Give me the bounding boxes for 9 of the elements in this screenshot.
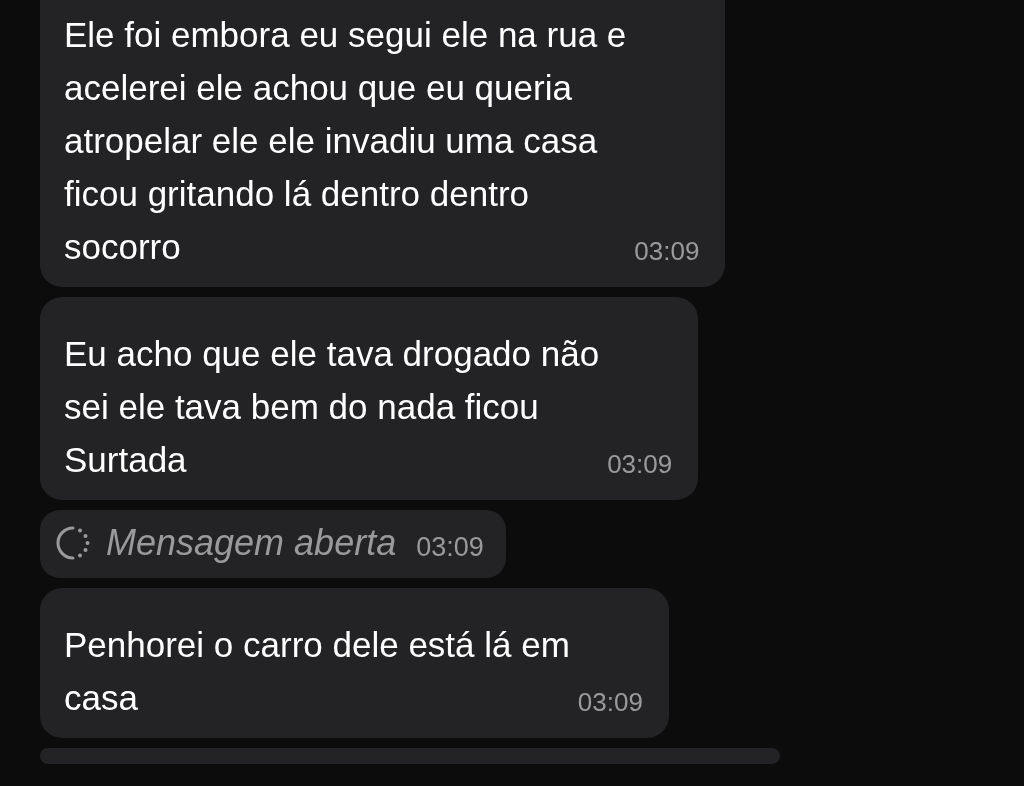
opened-message-label: Mensagem aberta [106, 522, 397, 564]
message-text: Ele foi embora eu segui ele na rua e acelerei ele achou que eu queria atropelar ele ele invadiu uma casa ficou gritando lá dentro dentro socorro [64, 14, 627, 268]
message-time: 03:09 [607, 449, 673, 480]
message-text: Penhorei o carro dele está lá em casa [64, 624, 570, 719]
message-time: 03:09 [634, 236, 700, 267]
message-time: 03:09 [416, 531, 484, 563]
view-once-icon [54, 524, 92, 562]
message-time: 03:09 [577, 687, 643, 718]
message-text: Eu acho que ele tava drogado não sei ele tava bem do nada ficou Surtada [64, 333, 600, 481]
